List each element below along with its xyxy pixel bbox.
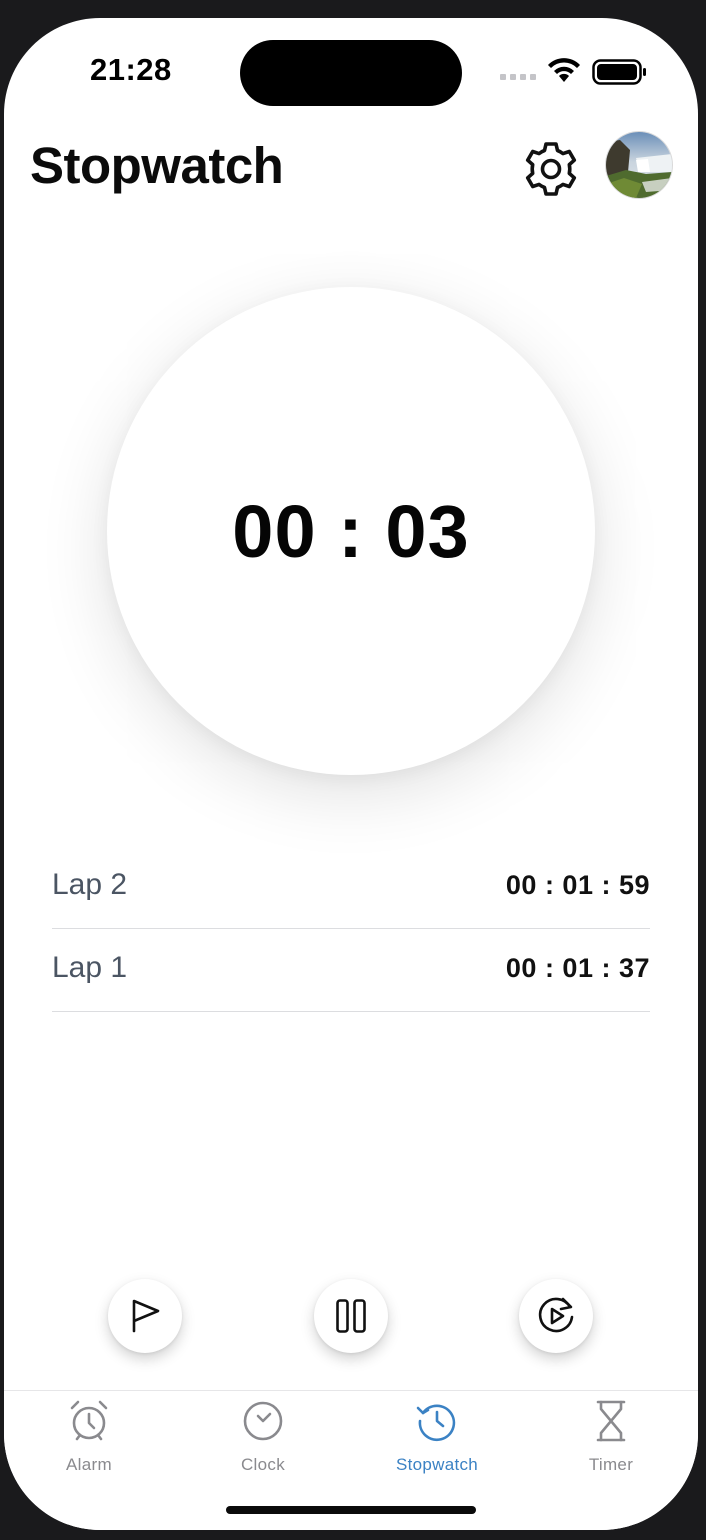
lap-row: Lap 2 00 : 01 : 59 [52,846,650,929]
tab-stopwatch-label: Stopwatch [395,1455,479,1474]
home-indicator[interactable] [226,1506,476,1514]
clock-icon [243,1401,283,1441]
reset-button[interactable] [519,1279,593,1353]
alarm-clock-icon [70,1400,108,1441]
battery-icon [592,59,646,85]
tab-stopwatch[interactable]: Stopwatch [367,1399,507,1475]
tab-timer-label: Timer [588,1455,634,1474]
lap-row: Lap 1 00 : 01 : 37 [52,929,650,1012]
avatar[interactable] [606,132,672,198]
wifi-icon [548,58,580,82]
cellular-signal-icon [500,74,536,80]
stopwatch-dial: 00 : 03 [107,287,595,775]
pause-button[interactable] [314,1279,388,1353]
lap-list: Lap 2 00 : 01 : 59 Lap 1 00 : 01 : 37 [52,846,650,1012]
stopwatch-history-icon [416,1404,456,1442]
gear-icon [525,142,577,196]
lap-time: 00 : 01 : 37 [505,953,650,983]
lap-label: Lap 1 [52,951,128,984]
lap-button[interactable] [108,1279,182,1353]
tab-alarm-label: Alarm [66,1455,112,1474]
replay-icon [538,1297,574,1333]
tab-timer[interactable]: Timer [541,1399,681,1475]
tab-alarm[interactable]: Alarm [19,1399,159,1475]
app-screen: 21:28 Stopwatch 00: 03 Lap 2 00: 01: … [4,18,698,1530]
lap-label: Lap 2 [52,868,128,901]
page-title: Stopwatch [30,137,284,194]
waterfall-photo-icon [606,132,672,198]
settings-button[interactable] [520,138,582,200]
tab-clock-label: Clock [240,1455,285,1474]
lap-time: 00 : 01 : 59 [505,870,650,900]
status-time: 21:28 [90,52,172,87]
tab-clock[interactable]: Clock [193,1399,333,1475]
dynamic-island [240,40,462,106]
pause-icon [336,1299,366,1333]
elapsed-time: 00 : 03 [232,489,470,573]
flag-icon [132,1299,160,1333]
hourglass-icon [596,1400,626,1442]
